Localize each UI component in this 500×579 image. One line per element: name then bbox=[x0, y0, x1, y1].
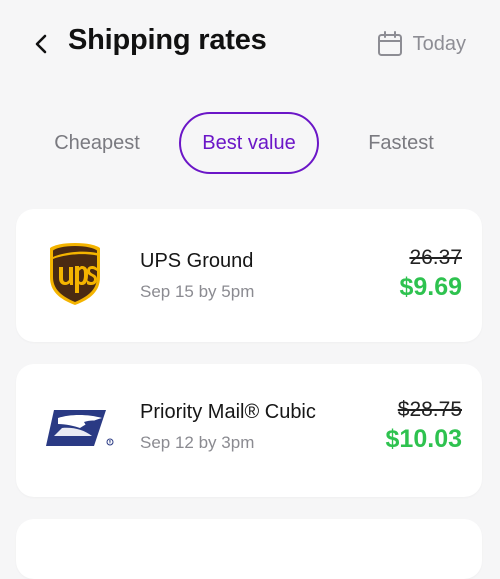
chevron-left-icon bbox=[35, 34, 47, 54]
original-price: 26.37 bbox=[409, 246, 462, 269]
delivery-estimate: Sep 15 by 5pm bbox=[140, 282, 255, 301]
svg-text:R: R bbox=[109, 440, 112, 445]
service-name: UPS Ground bbox=[140, 250, 254, 272]
page-title: Shipping rates bbox=[68, 24, 267, 56]
tab-fastest[interactable]: Fastest bbox=[346, 112, 456, 174]
rate-card-ups[interactable]: UPS Ground Sep 15 by 5pm 26.37 $9.69 bbox=[16, 209, 482, 342]
rate-card-partial[interactable] bbox=[16, 519, 482, 579]
discounted-price: $9.69 bbox=[399, 273, 462, 301]
date-selector-button[interactable]: Today bbox=[377, 28, 466, 60]
rate-card-usps[interactable]: R Priority Mail® Cubic Sep 12 by 3pm $28… bbox=[16, 364, 482, 497]
delivery-estimate: Sep 12 by 3pm bbox=[140, 433, 255, 452]
calendar-icon bbox=[377, 31, 402, 56]
service-name: Priority Mail® Cubic bbox=[140, 401, 316, 423]
header: Shipping rates Today bbox=[0, 0, 500, 90]
usps-logo: R bbox=[46, 410, 114, 446]
tab-cheapest[interactable]: Cheapest bbox=[36, 112, 158, 174]
discounted-price: $10.03 bbox=[385, 425, 462, 453]
original-price: $28.75 bbox=[397, 398, 462, 421]
date-label: Today bbox=[412, 32, 466, 55]
back-button[interactable] bbox=[28, 27, 56, 61]
tab-best-value[interactable]: Best value bbox=[179, 112, 319, 174]
ups-logo bbox=[50, 243, 100, 305]
sort-tabs: Cheapest Best value Fastest bbox=[0, 112, 500, 176]
